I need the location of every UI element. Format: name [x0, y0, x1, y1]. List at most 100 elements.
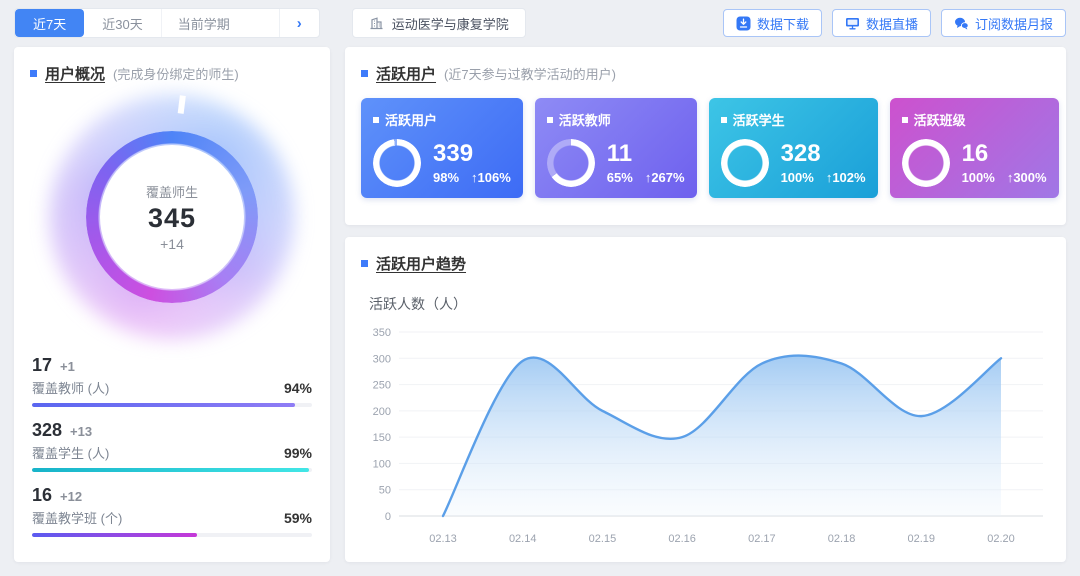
card-percent: 65%	[607, 170, 633, 185]
data-live-button[interactable]: 数据直播	[832, 9, 931, 37]
section-bullet-icon	[30, 70, 37, 77]
card-label: 活跃学生	[733, 110, 785, 129]
card-growth: ↑300%	[1007, 170, 1047, 185]
stat-label: 覆盖教学班 (个)	[32, 508, 122, 527]
user-overview-note: (完成身份绑定的师生)	[113, 64, 239, 83]
svg-text:02.20: 02.20	[987, 533, 1015, 545]
card-value: 328	[781, 141, 866, 167]
progress-fill	[32, 533, 197, 537]
card-value: 16	[962, 141, 1047, 167]
topbar: 近7天 近30天 当前学期 › 运动医学与康复学院 数据下载 数据直播 订阅数据…	[14, 8, 1066, 38]
gauge-delta: +14	[160, 236, 184, 252]
card-label: 活跃教师	[559, 110, 611, 129]
card-growth: ↑267%	[645, 170, 685, 185]
ring-chart-icon	[373, 139, 421, 187]
school-selector[interactable]: 运动医学与康复学院	[352, 8, 526, 38]
card-growth: ↑102%	[826, 170, 866, 185]
svg-text:50: 50	[379, 485, 391, 497]
gauge-value: 345	[148, 203, 196, 234]
card-bullet-icon	[902, 117, 908, 123]
user-overview-title[interactable]: 用户概况	[45, 63, 105, 84]
ring-chart-icon	[902, 139, 950, 187]
svg-text:02.18: 02.18	[828, 533, 856, 545]
active-teachers-card: 活跃教师 11 65% ↑267%	[535, 98, 697, 198]
progress-track	[32, 533, 312, 537]
user-overview-panel: 用户概况 (完成身份绑定的师生) 覆盖师生 345 +14 17 +1 覆盖教师…	[14, 47, 330, 562]
tab-current-semester[interactable]: 当前学期	[161, 9, 279, 37]
active-classes-card: 活跃班级 16 100% ↑300%	[890, 98, 1059, 198]
progress-track	[32, 468, 312, 472]
svg-text:02.13: 02.13	[429, 533, 457, 545]
stat-percent: 59%	[284, 510, 312, 526]
card-growth: ↑106%	[471, 170, 511, 185]
stat-percent: 94%	[284, 380, 312, 396]
stat-delta: +13	[70, 424, 92, 439]
tab-last-7-days[interactable]: 近7天	[15, 9, 84, 37]
progress-fill	[32, 403, 295, 407]
data-download-label: 数据下载	[757, 14, 809, 33]
card-percent: 100%	[962, 170, 995, 185]
stat-label: 覆盖学生 (人)	[32, 443, 109, 462]
svg-text:02.17: 02.17	[748, 533, 776, 545]
card-value: 11	[607, 141, 685, 167]
data-download-button[interactable]: 数据下载	[723, 9, 822, 37]
card-label: 活跃班级	[914, 110, 966, 129]
section-bullet-icon	[361, 70, 368, 77]
stat-delta: +12	[60, 489, 82, 504]
active-students-card: 活跃学生 328 100% ↑102%	[709, 98, 878, 198]
card-bullet-icon	[373, 117, 379, 123]
date-range-tabs: 近7天 近30天 当前学期 ›	[14, 8, 320, 38]
card-value: 339	[433, 141, 511, 167]
stat-label: 覆盖教师 (人)	[32, 378, 109, 397]
svg-text:02.16: 02.16	[668, 533, 696, 545]
svg-text:02.14: 02.14	[509, 533, 537, 545]
svg-text:350: 350	[373, 327, 391, 339]
card-label: 活跃用户	[385, 110, 437, 129]
section-bullet-icon	[361, 260, 368, 267]
subscribe-report-button[interactable]: 订阅数据月报	[941, 9, 1066, 37]
active-trend-chart: 05010015020025030035002.1302.1402.1502.1…	[353, 316, 1058, 564]
svg-text:02.15: 02.15	[589, 533, 617, 545]
active-cards-row: 活跃用户 339 98% ↑106% 活跃教师 11 65% ↑267% 活跃学生	[345, 90, 1066, 198]
building-icon	[369, 16, 384, 31]
progress-track	[32, 403, 312, 407]
gauge-label: 覆盖师生	[146, 182, 198, 201]
card-bullet-icon	[721, 117, 727, 123]
coverage-teachers-stat: 17 +1 覆盖教师 (人) 94%	[32, 355, 312, 407]
active-trend-panel: 活跃用户趋势 活跃人数（人） 05010015020025030035002.1…	[345, 237, 1066, 562]
coverage-gauge: 覆盖师生 345 +14	[53, 98, 291, 336]
chevron-right-icon[interactable]: ›	[279, 9, 319, 37]
card-percent: 100%	[781, 170, 814, 185]
stat-value: 17	[32, 355, 52, 376]
tab-last-30-days[interactable]: 近30天	[84, 9, 160, 37]
coverage-students-stat: 328 +13 覆盖学生 (人) 99%	[32, 420, 312, 472]
active-users-panel: 活跃用户 (近7天参与过教学活动的用户) 活跃用户 339 98% ↑106% 活…	[345, 47, 1066, 225]
chat-icon	[954, 16, 969, 31]
svg-text:02.19: 02.19	[908, 533, 936, 545]
school-name: 运动医学与康复学院	[392, 14, 509, 33]
svg-text:100: 100	[373, 458, 391, 470]
coverage-stats: 17 +1 覆盖教师 (人) 94% 328 +13 覆盖学生 (人) 99% …	[14, 336, 330, 537]
subscribe-report-label: 订阅数据月报	[975, 14, 1053, 33]
svg-text:300: 300	[373, 353, 391, 365]
svg-text:0: 0	[385, 511, 391, 523]
progress-fill	[32, 468, 309, 472]
active-users-card: 活跃用户 339 98% ↑106%	[361, 98, 523, 198]
card-percent: 98%	[433, 170, 459, 185]
coverage-classes-stat: 16 +12 覆盖教学班 (个) 59%	[32, 485, 312, 537]
active-users-note: (近7天参与过教学活动的用户)	[444, 64, 616, 83]
svg-text:250: 250	[373, 380, 391, 392]
data-live-label: 数据直播	[866, 14, 918, 33]
ring-chart-icon	[721, 139, 769, 187]
chart-y-axis-title: 活跃人数（人）	[345, 280, 1066, 314]
topbar-actions: 数据下载 数据直播 订阅数据月报	[723, 9, 1066, 37]
stat-value: 16	[32, 485, 52, 506]
active-users-title[interactable]: 活跃用户	[376, 63, 436, 84]
stat-percent: 99%	[284, 445, 312, 461]
active-trend-title[interactable]: 活跃用户趋势	[376, 253, 466, 274]
stat-delta: +1	[60, 359, 75, 374]
download-icon	[736, 16, 751, 31]
svg-text:200: 200	[373, 406, 391, 418]
card-bullet-icon	[547, 117, 553, 123]
ring-chart-icon	[547, 139, 595, 187]
